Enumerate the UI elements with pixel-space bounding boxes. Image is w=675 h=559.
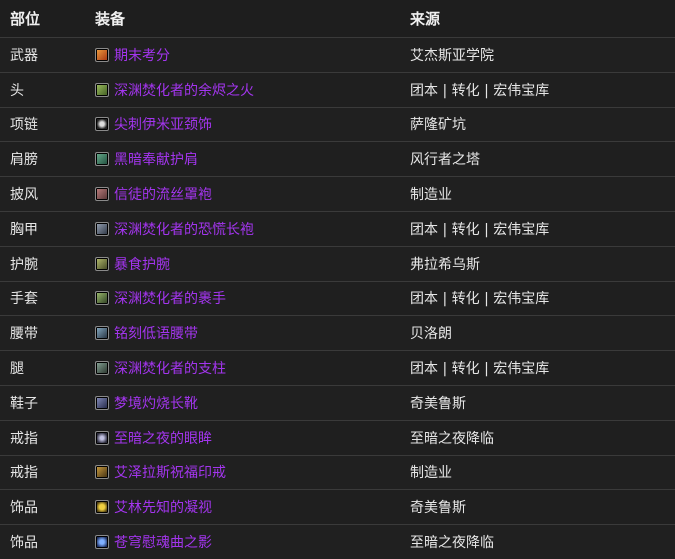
slot-cell: 饰品 bbox=[10, 535, 38, 552]
item-link[interactable]: 暴食护腕 bbox=[114, 254, 170, 274]
table-row: 腰带 铭刻低语腰带 贝洛朗 bbox=[0, 315, 675, 351]
necklace-icon bbox=[95, 117, 109, 132]
item-link[interactable]: 期末考分 bbox=[114, 45, 170, 65]
item-cell: 艾林先知的凝视 bbox=[85, 497, 400, 517]
source-cell: 团本 | 转化 | 宏伟宝库 bbox=[410, 291, 550, 308]
item-cell: 至暗之夜的眼眸 bbox=[85, 428, 400, 448]
item-cell: 信徒的流丝罩袍 bbox=[85, 184, 400, 204]
item-link[interactable]: 艾泽拉斯祝福印戒 bbox=[114, 462, 226, 482]
source-cell: 奇美鲁斯 bbox=[410, 395, 466, 412]
table-row: 肩膀 黑暗奉献护肩 风行者之塔 bbox=[0, 141, 675, 177]
source-cell: 弗拉希乌斯 bbox=[410, 256, 480, 273]
slot-cell: 腰带 bbox=[10, 326, 38, 343]
slot-cell: 胸甲 bbox=[10, 221, 38, 238]
item-cell: 暴食护腕 bbox=[85, 254, 400, 274]
item-link[interactable]: 深渊焚化者的恐慌长袍 bbox=[114, 219, 254, 239]
table-row: 鞋子 梦境灼烧长靴 奇美鲁斯 bbox=[0, 384, 675, 420]
item-link[interactable]: 艾林先知的凝视 bbox=[114, 497, 212, 517]
header-source: 来源 bbox=[410, 10, 441, 28]
source-cell: 制造业 bbox=[410, 465, 452, 482]
table-header: 部位 装备 来源 bbox=[0, 0, 675, 37]
item-link[interactable]: 深渊焚化者的余烬之火 bbox=[114, 80, 254, 100]
bracer-icon bbox=[95, 256, 109, 271]
item-cell: 深渊焚化者的裹手 bbox=[85, 288, 400, 308]
source-cell: 艾杰斯亚学院 bbox=[410, 47, 494, 64]
source-cell: 制造业 bbox=[410, 187, 452, 204]
slot-cell: 披风 bbox=[10, 187, 38, 204]
slot-cell: 手套 bbox=[10, 291, 38, 308]
table-row: 护腕 暴食护腕 弗拉希乌斯 bbox=[0, 245, 675, 281]
item-link[interactable]: 深渊焚化者的裹手 bbox=[114, 288, 226, 308]
item-link[interactable]: 深渊焚化者的支柱 bbox=[114, 358, 226, 378]
header-slot: 部位 bbox=[10, 10, 41, 28]
source-cell: 团本 | 转化 | 宏伟宝库 bbox=[410, 221, 550, 238]
ring-icon bbox=[95, 430, 109, 445]
source-cell: 至暗之夜降临 bbox=[410, 430, 494, 447]
source-cell: 贝洛朗 bbox=[410, 326, 452, 343]
table-row: 项链 尖刺伊米亚颈饰 萨隆矿坑 bbox=[0, 106, 675, 142]
item-cell: 深渊焚化者的余烬之火 bbox=[85, 80, 400, 100]
ring-icon bbox=[95, 465, 109, 480]
source-cell: 奇美鲁斯 bbox=[410, 500, 466, 517]
item-link[interactable]: 苍穹慰魂曲之影 bbox=[114, 532, 212, 552]
slot-cell: 鞋子 bbox=[10, 395, 38, 412]
item-link[interactable]: 尖刺伊米亚颈饰 bbox=[114, 114, 212, 134]
item-cell: 深渊焚化者的恐慌长袍 bbox=[85, 219, 400, 239]
item-link[interactable]: 黑暗奉献护肩 bbox=[114, 149, 198, 169]
weapon-icon bbox=[95, 47, 109, 62]
item-cell: 梦境灼烧长靴 bbox=[85, 393, 400, 413]
source-cell: 团本 | 转化 | 宏伟宝库 bbox=[410, 361, 550, 378]
slot-cell: 护腕 bbox=[10, 256, 38, 273]
slot-cell: 项链 bbox=[10, 117, 38, 134]
item-cell: 艾泽拉斯祝福印戒 bbox=[85, 462, 400, 482]
table-row: 披风 信徒的流丝罩袍 制造业 bbox=[0, 176, 675, 211]
slot-cell: 腿 bbox=[10, 361, 24, 378]
chest-icon bbox=[95, 221, 109, 236]
slot-cell: 武器 bbox=[10, 47, 38, 64]
table-row: 手套 深渊焚化者的裹手 团本 | 转化 | 宏伟宝库 bbox=[0, 280, 675, 316]
header-item: 装备 bbox=[95, 10, 126, 28]
item-cell: 深渊焚化者的支柱 bbox=[85, 358, 400, 378]
slot-cell: 头 bbox=[10, 82, 24, 99]
belt-icon bbox=[95, 326, 109, 341]
cloak-icon bbox=[95, 187, 109, 202]
legs-icon bbox=[95, 361, 109, 376]
boots-icon bbox=[95, 395, 109, 410]
slot-cell: 肩膀 bbox=[10, 152, 38, 169]
table-row: 头 深渊焚化者的余烬之火 团本 | 转化 | 宏伟宝库 bbox=[0, 71, 675, 107]
table-row: 饰品 苍穹慰魂曲之影 至暗之夜降临 bbox=[0, 524, 675, 559]
table-row: 戒指 艾泽拉斯祝福印戒 制造业 bbox=[0, 454, 675, 490]
helm-icon bbox=[95, 82, 109, 97]
item-cell: 苍穹慰魂曲之影 bbox=[85, 532, 400, 552]
trinket-icon bbox=[95, 500, 109, 515]
table-row: 饰品 艾林先知的凝视 奇美鲁斯 bbox=[0, 489, 675, 525]
item-link[interactable]: 信徒的流丝罩袍 bbox=[114, 184, 212, 204]
trinket-icon bbox=[95, 535, 109, 550]
table-row: 腿 深渊焚化者的支柱 团本 | 转化 | 宏伟宝库 bbox=[0, 350, 675, 385]
table-row: 戒指 至暗之夜的眼眸 至暗之夜降临 bbox=[0, 419, 675, 455]
source-cell: 团本 | 转化 | 宏伟宝库 bbox=[410, 82, 550, 99]
slot-cell: 戒指 bbox=[10, 465, 38, 482]
source-cell: 至暗之夜降临 bbox=[410, 535, 494, 552]
gloves-icon bbox=[95, 291, 109, 306]
item-link[interactable]: 梦境灼烧长靴 bbox=[114, 393, 198, 413]
item-cell: 铭刻低语腰带 bbox=[85, 323, 400, 343]
slot-cell: 戒指 bbox=[10, 430, 38, 447]
gear-table: 部位 装备 来源 武器 期末考分 艾杰斯亚学院 头 深渊焚化者的余烬之火 团本 … bbox=[0, 0, 675, 559]
source-cell: 风行者之塔 bbox=[410, 152, 480, 169]
slot-cell: 饰品 bbox=[10, 500, 38, 517]
item-cell: 期末考分 bbox=[85, 45, 400, 65]
item-cell: 尖刺伊米亚颈饰 bbox=[85, 114, 400, 134]
source-cell: 萨隆矿坑 bbox=[410, 117, 466, 134]
item-link[interactable]: 铭刻低语腰带 bbox=[114, 323, 198, 343]
table-row: 武器 期末考分 艾杰斯亚学院 bbox=[0, 37, 675, 72]
item-cell: 黑暗奉献护肩 bbox=[85, 149, 400, 169]
table-row: 胸甲 深渊焚化者的恐慌长袍 团本 | 转化 | 宏伟宝库 bbox=[0, 210, 675, 246]
item-link[interactable]: 至暗之夜的眼眸 bbox=[114, 428, 212, 448]
shoulder-icon bbox=[95, 152, 109, 167]
